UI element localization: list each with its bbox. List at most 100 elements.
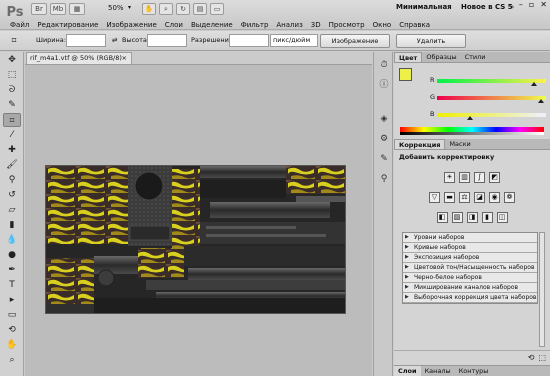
units-select[interactable]: пикс/дюйм (270, 34, 318, 47)
expand-view-icon[interactable]: ⬚ (538, 353, 546, 362)
clone-stamp-tool-icon[interactable]: ⚲ (3, 173, 21, 187)
tab-adjustments[interactable]: Коррекция (394, 139, 446, 149)
blue-knob[interactable] (467, 116, 473, 120)
minimize-icon[interactable]: – (519, 0, 523, 9)
brightness-icon[interactable]: ☀ (444, 172, 455, 183)
preset-levels[interactable]: Уровни наборов (403, 233, 537, 243)
curves-icon[interactable]: ∫ (474, 172, 485, 183)
front-image-button[interactable]: Изображение (320, 34, 390, 48)
pen-tool-icon[interactable]: ✒ (3, 263, 21, 277)
tab-layers[interactable]: Слои (394, 366, 421, 376)
workspace-new-cs5[interactable]: Новое в CS 5 (461, 3, 513, 11)
screen-mode-icon[interactable]: ▭ (210, 3, 224, 15)
clear-button[interactable]: Удалить (396, 34, 466, 48)
foreground-color-swatch[interactable] (399, 68, 412, 81)
threshold-icon[interactable]: ◨ (466, 212, 478, 223)
return-icon[interactable]: ⟲ (528, 353, 535, 362)
blur-tool-icon[interactable]: 💧 (3, 233, 21, 247)
marquee-tool-icon[interactable]: ⬚ (3, 68, 21, 82)
close-icon[interactable]: ✕ (540, 0, 547, 9)
exposure-icon[interactable]: ◩ (489, 172, 500, 183)
3d-panel-icon[interactable]: ◈ (377, 112, 391, 126)
document-tab[interactable]: rif_m4a1.vtf @ 50% (RGB/8) × (26, 52, 132, 64)
close-document-icon[interactable]: × (122, 53, 127, 64)
path-selection-tool-icon[interactable]: ▸ (3, 293, 21, 307)
eyedropper-tool-icon[interactable]: ⁄ (3, 128, 21, 142)
clone-source-panel-icon[interactable]: ⚲ (377, 172, 391, 186)
hand-tool-icon[interactable]: ✋ (142, 3, 156, 15)
menu-layers[interactable]: Слои (161, 21, 187, 29)
animation-panel-icon[interactable]: ⚙ (377, 132, 391, 146)
info-panel-icon[interactable]: ⓘ (377, 78, 391, 92)
bridge-icon[interactable]: Br (31, 3, 47, 15)
menu-select[interactable]: Выделение (187, 21, 237, 29)
healing-brush-tool-icon[interactable]: ✚ (3, 143, 21, 157)
tab-swatches[interactable]: Образцы (422, 52, 460, 62)
green-knob[interactable] (538, 99, 544, 103)
tab-color[interactable]: Цвет (394, 52, 423, 62)
blue-slider[interactable]: B (430, 110, 546, 124)
menu-view[interactable]: Просмотр (325, 21, 369, 29)
tab-masks[interactable]: Маски (445, 139, 474, 149)
menu-file[interactable]: Файл (6, 21, 33, 29)
hue-saturation-icon[interactable]: ▬ (444, 192, 455, 203)
tab-channels[interactable]: Каналы (421, 366, 455, 376)
gradient-tool-icon[interactable]: ▮ (3, 218, 21, 232)
menu-window[interactable]: Окно (369, 21, 396, 29)
red-knob[interactable] (531, 82, 537, 86)
crop-tool-icon[interactable]: ⌗ (6, 34, 22, 48)
arrange-documents-icon[interactable]: ▤ (193, 3, 207, 15)
workspace-minimal[interactable]: Минимальная (396, 3, 452, 11)
red-slider[interactable]: R (430, 76, 546, 90)
workspace-more[interactable]: » (510, 3, 514, 11)
3d-rotate-tool-icon[interactable]: ⟲ (3, 323, 21, 337)
preset-curves[interactable]: Кривые наборов (403, 243, 537, 253)
tab-paths[interactable]: Контуры (455, 366, 493, 376)
move-tool-icon[interactable]: ✥ (3, 53, 21, 67)
history-brush-tool-icon[interactable]: ↺ (3, 188, 21, 202)
black-white-icon[interactable]: ◪ (474, 192, 485, 203)
vibrance-icon[interactable]: ▽ (429, 192, 440, 203)
preset-exposure[interactable]: Экспозиция наборов (403, 253, 537, 263)
menu-help[interactable]: Справка (395, 21, 434, 29)
lasso-tool-icon[interactable]: ᘐ (3, 83, 21, 97)
resolution-input[interactable] (229, 34, 269, 47)
preset-channel-mixer[interactable]: Микширование каналов наборов (403, 283, 537, 293)
type-tool-icon[interactable]: T (3, 278, 21, 292)
menu-edit[interactable]: Редактирование (33, 21, 102, 29)
tab-styles[interactable]: Стили (461, 52, 490, 62)
menu-image[interactable]: Изображение (102, 21, 160, 29)
photo-filter-icon[interactable]: ◉ (489, 192, 500, 203)
presets-scrollbar[interactable] (539, 232, 545, 347)
zoom-tool-icon[interactable]: ⌕ (3, 353, 21, 367)
zoom-tool-icon[interactable]: ⌕ (159, 3, 173, 15)
width-input[interactable] (66, 34, 106, 47)
menu-analysis[interactable]: Анализ (272, 21, 306, 29)
preset-selective-color[interactable]: Выборочная коррекция цвета наборов (403, 293, 537, 303)
channel-mixer-icon[interactable]: ❁ (504, 192, 515, 203)
view-extras-icon[interactable]: ▦ (69, 3, 85, 15)
menu-3d[interactable]: 3D (307, 21, 325, 29)
hand-tool-icon[interactable]: ✋ (3, 338, 21, 352)
green-slider[interactable]: G (430, 93, 546, 107)
eraser-tool-icon[interactable]: ▱ (3, 203, 21, 217)
preset-black-white[interactable]: Черно-белое наборов (403, 273, 537, 283)
crop-tool-icon[interactable]: ⌗ (3, 113, 21, 127)
image-canvas[interactable] (45, 165, 346, 314)
history-panel-icon[interactable]: ⏱ (377, 58, 391, 72)
swap-icon[interactable]: ⇄ (112, 36, 117, 44)
invert-icon[interactable]: ◧ (436, 212, 448, 223)
preset-hue-saturation[interactable]: Цветовой тон/Насыщенность наборов (403, 263, 537, 273)
height-input[interactable] (147, 34, 187, 47)
brush-panel-icon[interactable]: ✎ (377, 152, 391, 166)
maximize-icon[interactable]: ▫ (529, 0, 534, 9)
color-balance-icon[interactable]: ⚖ (459, 192, 470, 203)
mini-bridge-icon[interactable]: Mb (50, 3, 66, 15)
posterize-icon[interactable]: ▨ (451, 212, 463, 223)
levels-icon[interactable]: ▥ (459, 172, 470, 183)
quick-select-tool-icon[interactable]: ✎ (3, 98, 21, 112)
zoom-level-dropdown[interactable]: 50% ▾ (108, 4, 134, 12)
selective-color-icon[interactable]: ◫ (496, 212, 508, 223)
rotate-view-icon[interactable]: ↻ (176, 3, 190, 15)
shape-tool-icon[interactable]: ▭ (3, 308, 21, 322)
